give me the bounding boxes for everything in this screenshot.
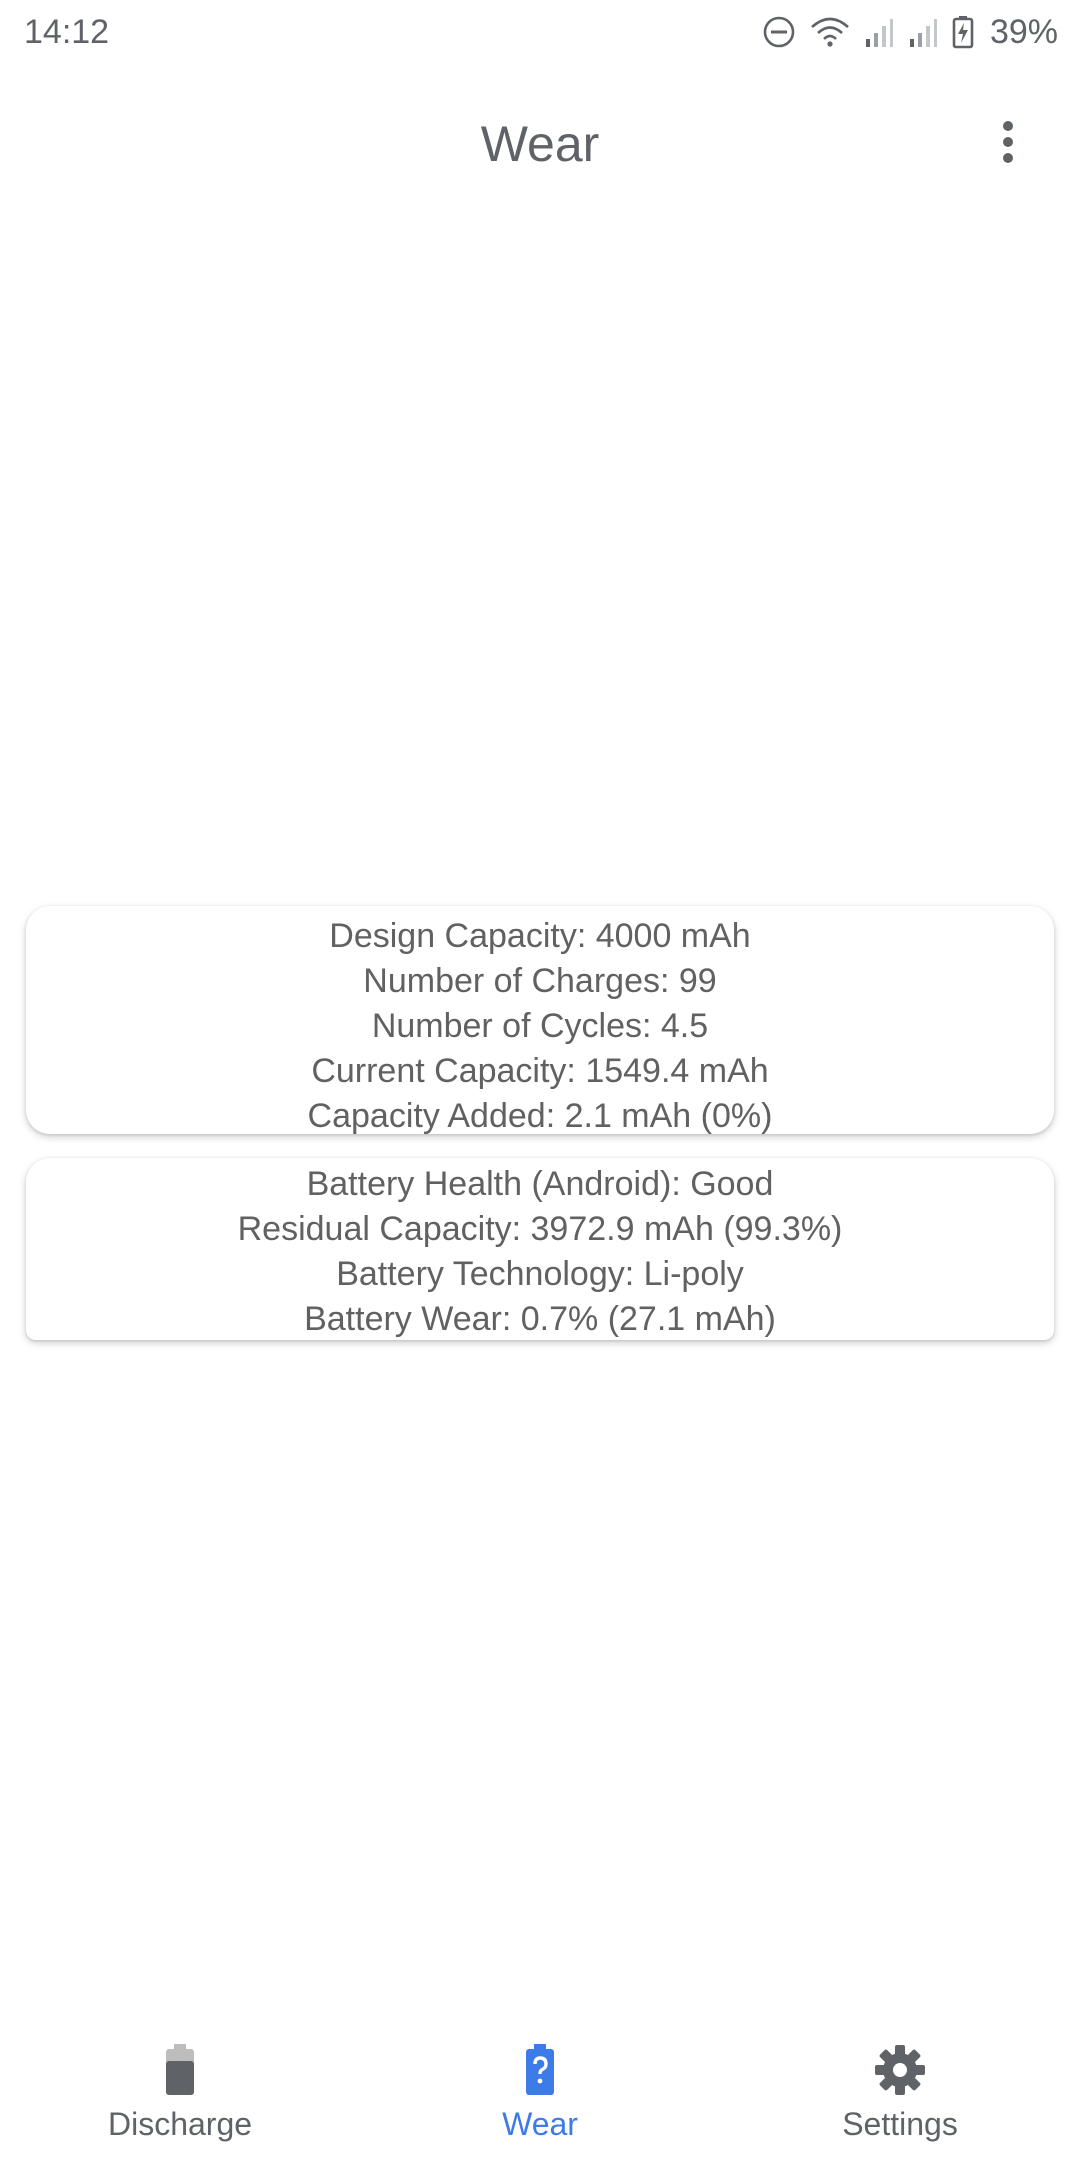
- nav-label-discharge: Discharge: [107, 2106, 253, 2142]
- nav-item-wear[interactable]: Wear: [360, 2020, 720, 2143]
- signal-icon: [908, 15, 938, 49]
- current-capacity-text: Current Capacity: 1549.4 mAh: [311, 1052, 769, 1090]
- wifi-icon: [810, 15, 850, 49]
- more-vert-icon: [1000, 120, 1016, 169]
- nav-label-settings: Settings: [842, 2106, 958, 2142]
- battery-unknown-icon: [510, 2040, 570, 2100]
- do-not-disturb-icon: [762, 15, 796, 49]
- capacity-added-text: Capacity Added: 2.1 mAh (0%): [307, 1097, 773, 1135]
- capacity-card: Design Capacity: 4000 mAh Number of Char…: [26, 906, 1054, 1135]
- battery-percent: 39%: [989, 12, 1058, 51]
- battery-technology-text: Battery Technology: Li-poly: [336, 1255, 744, 1293]
- battery-health-text: Battery Health (Android): Good: [306, 1165, 774, 1203]
- battery-icon: [150, 2040, 210, 2100]
- number-of-cycles-text: Number of Cycles: 4.5: [371, 1007, 709, 1045]
- signal-icon: [864, 15, 894, 49]
- gear-icon: [870, 2040, 930, 2100]
- residual-capacity-text: Residual Capacity: 3972.9 mAh (99.3%): [237, 1210, 843, 1248]
- app-bar: Wear: [0, 64, 1080, 224]
- battery-charging-icon: [952, 15, 974, 49]
- battery-wear-text: Battery Wear: 0.7% (27.1 mAh): [304, 1300, 776, 1338]
- nav-item-discharge[interactable]: Discharge: [0, 2020, 360, 2143]
- nav-label-wear: Wear: [502, 2106, 578, 2142]
- nav-item-settings[interactable]: Settings: [720, 2020, 1080, 2143]
- design-capacity-text: Design Capacity: 4000 mAh: [329, 917, 751, 955]
- status-time: 14:12: [24, 12, 110, 51]
- page-title: Wear: [480, 116, 600, 172]
- overflow-menu-button[interactable]: [976, 112, 1040, 176]
- status-icons: 39%: [762, 13, 1058, 52]
- number-of-charges-text: Number of Charges: 99: [363, 962, 717, 1000]
- health-card: Battery Health (Android): Good Residual …: [26, 1158, 1054, 1340]
- status-bar: 14:12 39%: [0, 0, 1080, 64]
- bottom-navigation: Discharge Wear Settings: [0, 2020, 1080, 2160]
